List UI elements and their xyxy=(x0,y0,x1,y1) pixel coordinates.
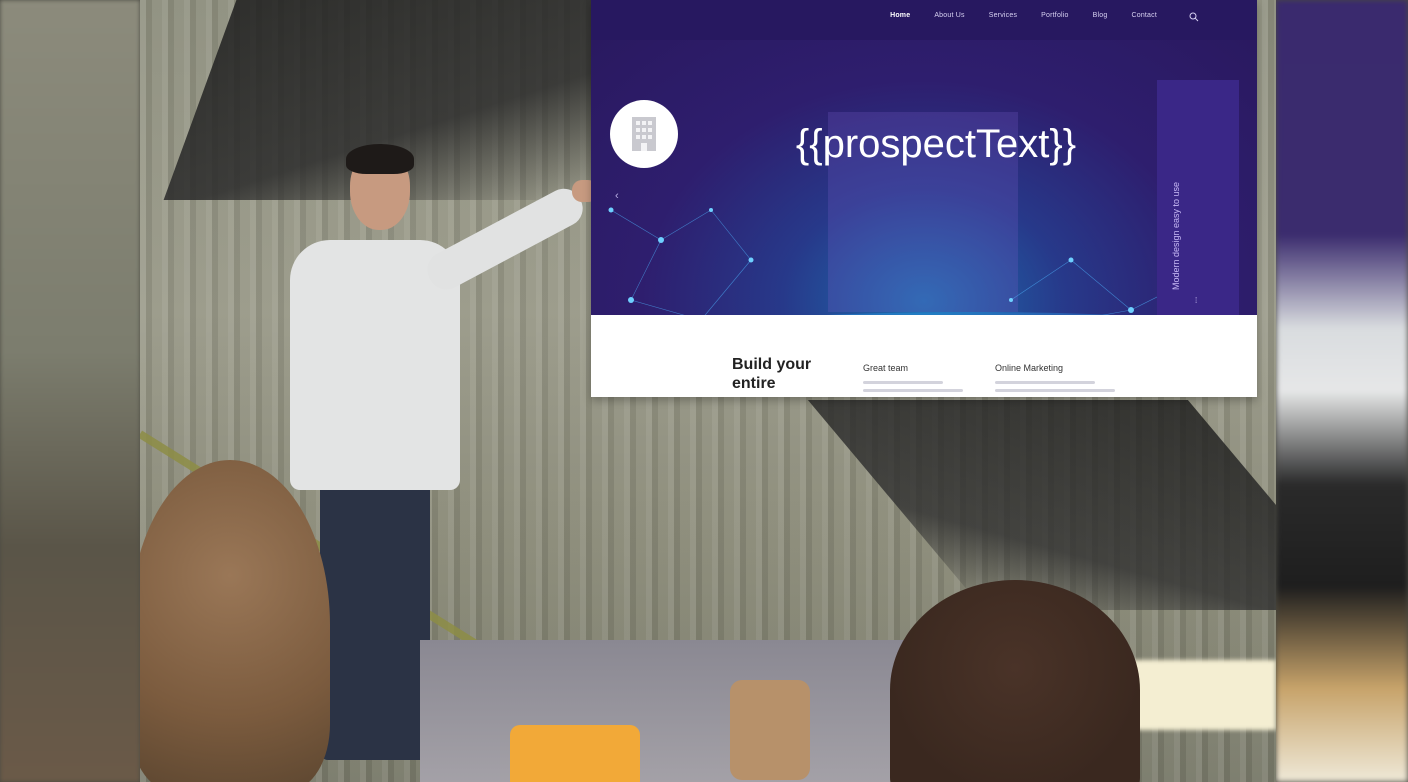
feature-text-line xyxy=(995,381,1095,384)
nav-item-contact[interactable]: Contact xyxy=(1131,12,1157,19)
content-section: Build your entire Great team Online Mark… xyxy=(591,315,1257,397)
hero-section: ‹ Modern design easy to use ⁞ xyxy=(591,40,1257,348)
feature-online-marketing: Online Marketing xyxy=(995,363,1064,373)
building-icon xyxy=(632,117,656,151)
content-title: Build your entire xyxy=(732,356,812,392)
chevron-left-icon[interactable]: ‹ xyxy=(615,190,619,202)
nav-item-blog[interactable]: Blog xyxy=(1093,12,1108,19)
projected-website: Home About Us Services Portfolio Blog Co… xyxy=(591,0,1257,397)
side-heading: Modern design easy to use xyxy=(1171,181,1181,290)
hero-title: {{prospectText}} xyxy=(795,122,1077,166)
website-navbar: Home About Us Services Portfolio Blog Co… xyxy=(591,0,1257,40)
nav-item-home[interactable]: Home xyxy=(890,12,910,19)
feature-text-line xyxy=(863,389,963,392)
side-text-block: Modern design easy to use xyxy=(1171,70,1181,290)
paper-bag xyxy=(730,680,810,780)
orange-cup xyxy=(510,725,640,782)
search-icon[interactable] xyxy=(1189,12,1199,22)
blurred-right-border xyxy=(1276,0,1408,782)
feature-text-line xyxy=(995,389,1115,392)
feature-great-team: Great team xyxy=(863,363,909,373)
nav-item-portfolio[interactable]: Portfolio xyxy=(1041,12,1068,19)
nav-item-about[interactable]: About Us xyxy=(934,12,964,19)
logo-circle xyxy=(610,100,678,168)
nav-menu: Home About Us Services Portfolio Blog Co… xyxy=(890,12,1157,19)
light-strip xyxy=(1126,660,1276,730)
photo-frame: Home About Us Services Portfolio Blog Co… xyxy=(0,0,1408,782)
presenter-pants xyxy=(320,480,430,760)
nav-item-services[interactable]: Services xyxy=(989,12,1017,19)
presenter-hair xyxy=(346,144,414,174)
side-panel: Modern design easy to use xyxy=(1157,80,1239,330)
presenter-arm xyxy=(421,182,590,296)
feature-text-line xyxy=(863,381,943,384)
blurred-left-border xyxy=(0,0,140,782)
dots-icon[interactable]: ⁞ xyxy=(1195,296,1197,305)
